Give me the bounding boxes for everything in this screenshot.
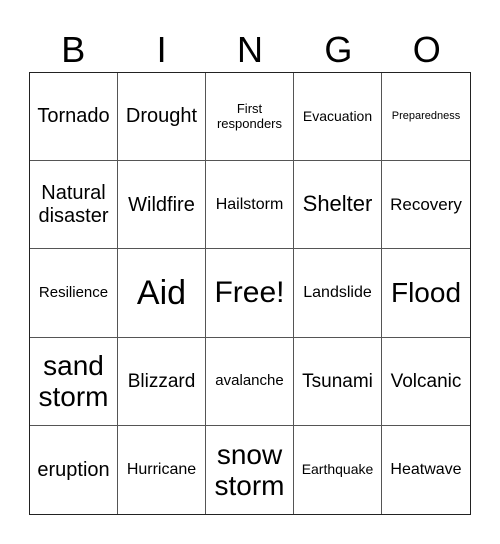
- bingo-cell: Evacuation: [294, 73, 382, 162]
- bingo-cell: Shelter: [294, 161, 382, 250]
- bingo-cell: sand storm: [30, 337, 118, 426]
- bingo-cell: Resilience: [30, 249, 118, 338]
- bingo-cell: Recovery: [382, 161, 470, 250]
- bingo-cell: eruption: [30, 425, 118, 514]
- header-letter-g: G: [324, 29, 353, 70]
- bingo-cell: Flood: [382, 249, 470, 338]
- bingo-cell: Heatwave: [390, 460, 462, 478]
- bingo-cell: Aid: [118, 249, 206, 338]
- bingo-cell: Natural disaster: [30, 161, 118, 250]
- bingo-cell: Wildfire: [118, 161, 206, 250]
- bingo-cell: Landslide: [294, 249, 382, 338]
- bingo-cell: Blizzard: [118, 337, 206, 426]
- bingo-cell: First responders: [206, 73, 294, 162]
- free-space-cell: Free!: [206, 249, 294, 338]
- bingo-cell: snow storm: [206, 425, 294, 514]
- bingo-cell: Hurricane: [118, 425, 206, 514]
- bingo-cell: Volcanic: [382, 338, 470, 426]
- bingo-card-grid: Tornado Drought First responders Evacuat…: [29, 72, 471, 515]
- header-letter-b: B: [61, 29, 86, 70]
- bingo-cell: Preparedness: [382, 73, 470, 162]
- bingo-cell: Tornado: [30, 73, 118, 162]
- bingo-cell: Earthquake: [294, 425, 382, 514]
- bingo-cell: Hailstorm: [206, 161, 294, 250]
- bingo-cell: Tsunami: [294, 337, 382, 426]
- bingo-cell: Drought: [118, 73, 206, 162]
- header-letter-o: O: [412, 29, 441, 70]
- bingo-header: B I N G O: [29, 28, 471, 72]
- header-letter-n: N: [236, 29, 263, 70]
- header-letter-i: I: [156, 29, 167, 70]
- bingo-cell: avalanche: [206, 337, 294, 426]
